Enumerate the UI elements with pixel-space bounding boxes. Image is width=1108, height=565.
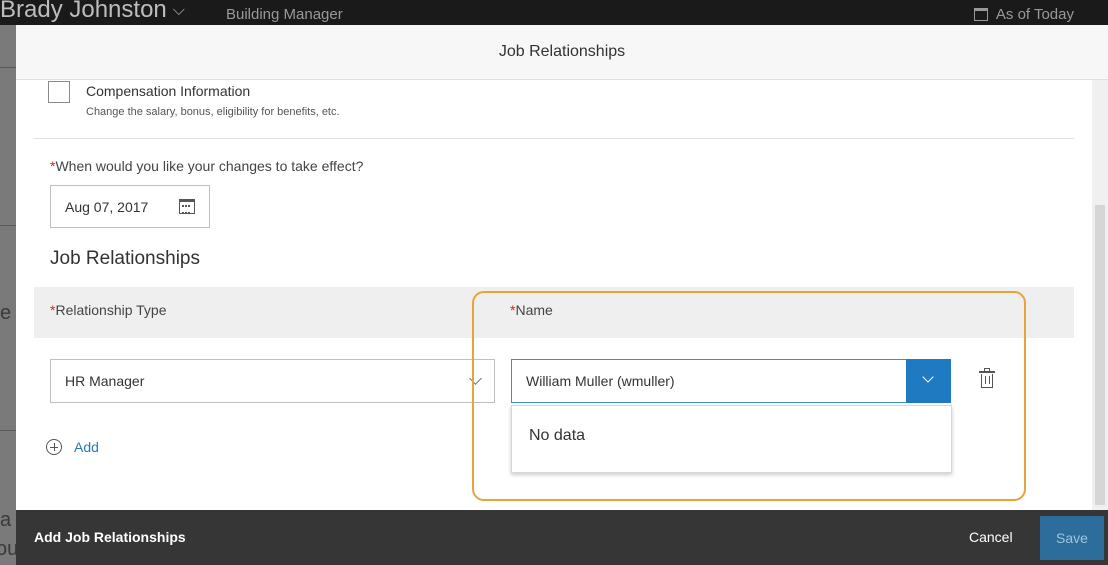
chevron-down-icon	[922, 371, 934, 383]
add-circle-icon	[46, 439, 62, 455]
add-label: Add	[74, 439, 99, 455]
no-data-message: No data	[529, 427, 586, 444]
trash-icon-body	[981, 374, 993, 388]
background-header: Brady Johnston ⌵ Building Manager As of T…	[0, 0, 1108, 25]
column-label: Name	[515, 302, 553, 318]
background-fragment: e	[0, 302, 12, 324]
effective-date-value: Aug 07, 2017	[65, 198, 149, 215]
relationship-type-value: HR Manager	[65, 373, 145, 389]
chevron-down-icon[interactable]	[469, 372, 482, 385]
section-divider	[34, 138, 1074, 139]
dialog-footer: Add Job Relationships Cancel Save	[16, 510, 1108, 565]
compensation-checkbox[interactable]	[48, 81, 70, 103]
background-user-name: Brady Johnston ⌵	[0, 0, 185, 24]
compensation-title: Compensation Information	[86, 83, 251, 99]
effective-date-picker[interactable]: Aug 07, 2017	[50, 185, 210, 228]
cancel-button[interactable]: Cancel	[969, 529, 1013, 545]
save-button[interactable]: Save	[1040, 516, 1104, 560]
as-of-text: As of Today	[995, 6, 1074, 23]
dialog-title: Job Relationships	[16, 25, 1108, 80]
trash-icon-lid	[979, 371, 995, 373]
background-divider	[0, 225, 16, 226]
background-divider	[0, 67, 16, 68]
job-relationships-dialog: Job Relationships Compensation Informati…	[16, 25, 1108, 565]
compensation-description: Change the salary, bonus, eligibility fo…	[86, 106, 340, 118]
name-combobox[interactable]: William Muller (wmuller)	[511, 359, 951, 403]
background-job-title: Building Manager	[226, 6, 343, 23]
background-divider	[0, 430, 16, 431]
chevron-down-icon: ⌵	[172, 1, 185, 19]
background-fragment: a	[0, 509, 12, 531]
effective-date-question: When would you like your changes to take…	[55, 158, 364, 174]
scrollbar[interactable]	[1092, 80, 1108, 510]
column-header-relationship-type: *Relationship Type	[50, 302, 167, 318]
add-relationship-button[interactable]: Add	[46, 439, 99, 455]
calendar-icon	[973, 8, 988, 21]
footer-title: Add Job Relationships	[34, 529, 186, 545]
column-header-name: *Name	[510, 302, 553, 318]
table-header	[34, 287, 1074, 338]
background-as-of: As of Today	[973, 6, 1074, 23]
name-dropdown-button[interactable]	[906, 359, 951, 403]
user-name-text: Brady Johnston	[0, 0, 167, 23]
delete-row-button[interactable]	[979, 368, 995, 388]
column-label: Relationship Type	[55, 302, 167, 318]
calendar-icon[interactable]	[179, 199, 195, 214]
name-dropdown-list: No data	[511, 405, 952, 473]
name-value: William Muller (wmuller)	[526, 373, 675, 389]
effective-date-label: *When would you like your changes to tak…	[50, 158, 363, 174]
scrollbar-thumb[interactable]	[1095, 205, 1105, 505]
section-title: Job Relationships	[50, 248, 200, 269]
background-left-strip: e a ou	[0, 25, 18, 565]
relationship-type-select[interactable]: HR Manager	[50, 359, 495, 403]
